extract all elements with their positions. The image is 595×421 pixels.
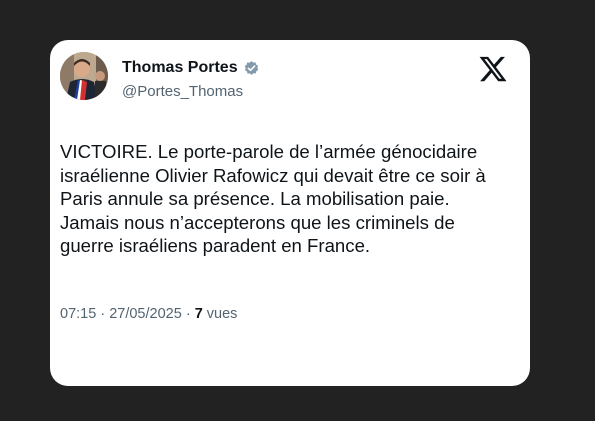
tweet-text-line: Paris annule sa présence. La mobilisatio… [60, 188, 450, 209]
author-name-row[interactable]: Thomas Portes [122, 59, 260, 77]
avatar[interactable] [60, 52, 108, 100]
author-name[interactable]: Thomas Portes [122, 59, 238, 77]
tweet-text-line: guerre israéliens paradent en France. [60, 235, 371, 256]
tweet-text-line: VICTOIRE. Le porte-parole de l’armée gén… [60, 141, 478, 162]
tweet-date[interactable]: 27/05/2025 [109, 306, 182, 322]
tweet-text: VICTOIRE. Le porte-parole de l’armée gén… [60, 140, 520, 258]
verified-badge-icon [244, 60, 258, 75]
tweet-time[interactable]: 07:15 [60, 306, 96, 322]
tweet-card: Thomas Portes @Portes_Thomas VICTOIRE. L… [50, 40, 530, 386]
avatar-photo [60, 52, 108, 100]
author-handle[interactable]: @Portes_Thomas [122, 83, 243, 100]
tweet-text-line: Jamais nous n’accepterons que les crimin… [60, 211, 455, 233]
views-count: 7 [194, 306, 203, 322]
x-logo-icon[interactable] [478, 54, 508, 84]
meta-separator: · [100, 306, 106, 322]
views-label: vues [206, 306, 238, 322]
tweet-meta: 07:15 · 27/05/2025 · 7 vues [60, 306, 237, 322]
tweet-text-line: israélienne Olivier Rafowicz qui devait … [60, 164, 486, 186]
meta-separator: · [185, 306, 191, 322]
